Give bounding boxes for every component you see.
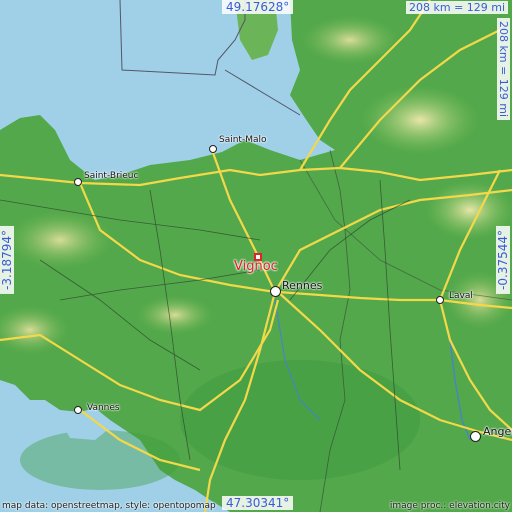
right-longitude: -0.37544° <box>496 226 510 294</box>
map-view[interactable]: Saint-Malo Saint-Brieuc Rennes Laval Van… <box>0 0 512 512</box>
city-dot-saint-brieuc <box>74 178 82 186</box>
city-label-rennes: Rennes <box>282 279 323 292</box>
highland-patch <box>135 295 215 335</box>
city-label-saint-brieuc: Saint-Brieuc <box>84 171 139 181</box>
city-label-angers: Angers <box>483 425 512 438</box>
city-label-vannes: Vannes <box>87 403 120 413</box>
left-longitude: -3.18794° <box>0 226 14 294</box>
attribution-right: image proc.: elevation.city <box>389 501 510 511</box>
highland-patch <box>5 210 115 270</box>
city-dot-laval <box>436 296 444 304</box>
city-dot-vannes <box>74 406 82 414</box>
bottom-latitude: 47.30341° <box>222 496 294 510</box>
city-label-laval: Laval <box>449 291 473 301</box>
top-latitude: 49.17628° <box>222 0 294 14</box>
city-dot-angers <box>470 431 481 442</box>
city-dot-rennes <box>270 286 281 297</box>
city-label-saint-malo: Saint-Malo <box>219 135 267 145</box>
attribution-left: map data: openstreetmap, style: opentopo… <box>2 501 216 511</box>
lowland-area <box>20 430 180 490</box>
highland-patch <box>360 85 480 155</box>
scale-horizontal: 208 km = 129 mi <box>406 1 509 14</box>
city-dot-saint-malo <box>209 145 217 153</box>
highland-patch <box>300 15 400 65</box>
target-label: Vignoc <box>234 259 278 274</box>
scale-vertical: 208 km = 129 mi <box>497 18 510 121</box>
